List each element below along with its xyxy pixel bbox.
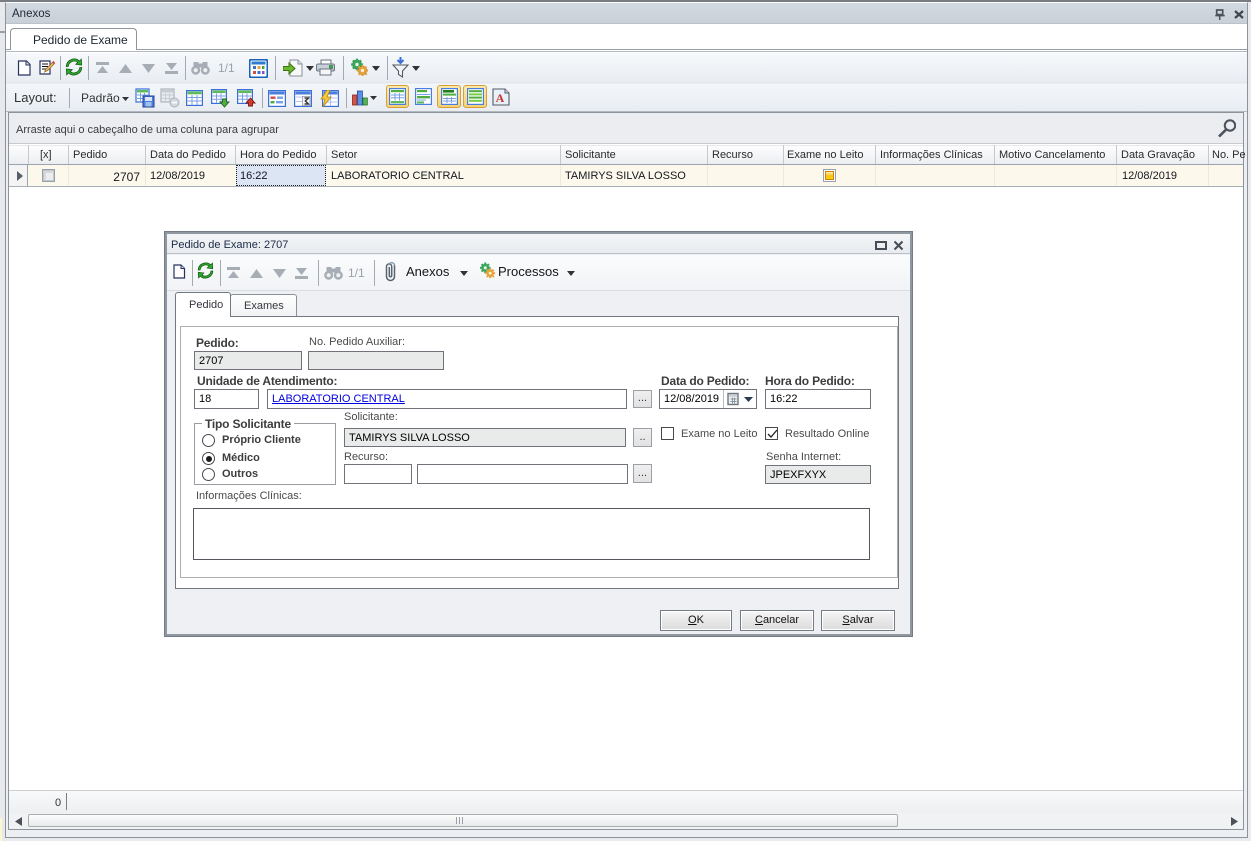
svg-text:A: A: [496, 91, 505, 105]
